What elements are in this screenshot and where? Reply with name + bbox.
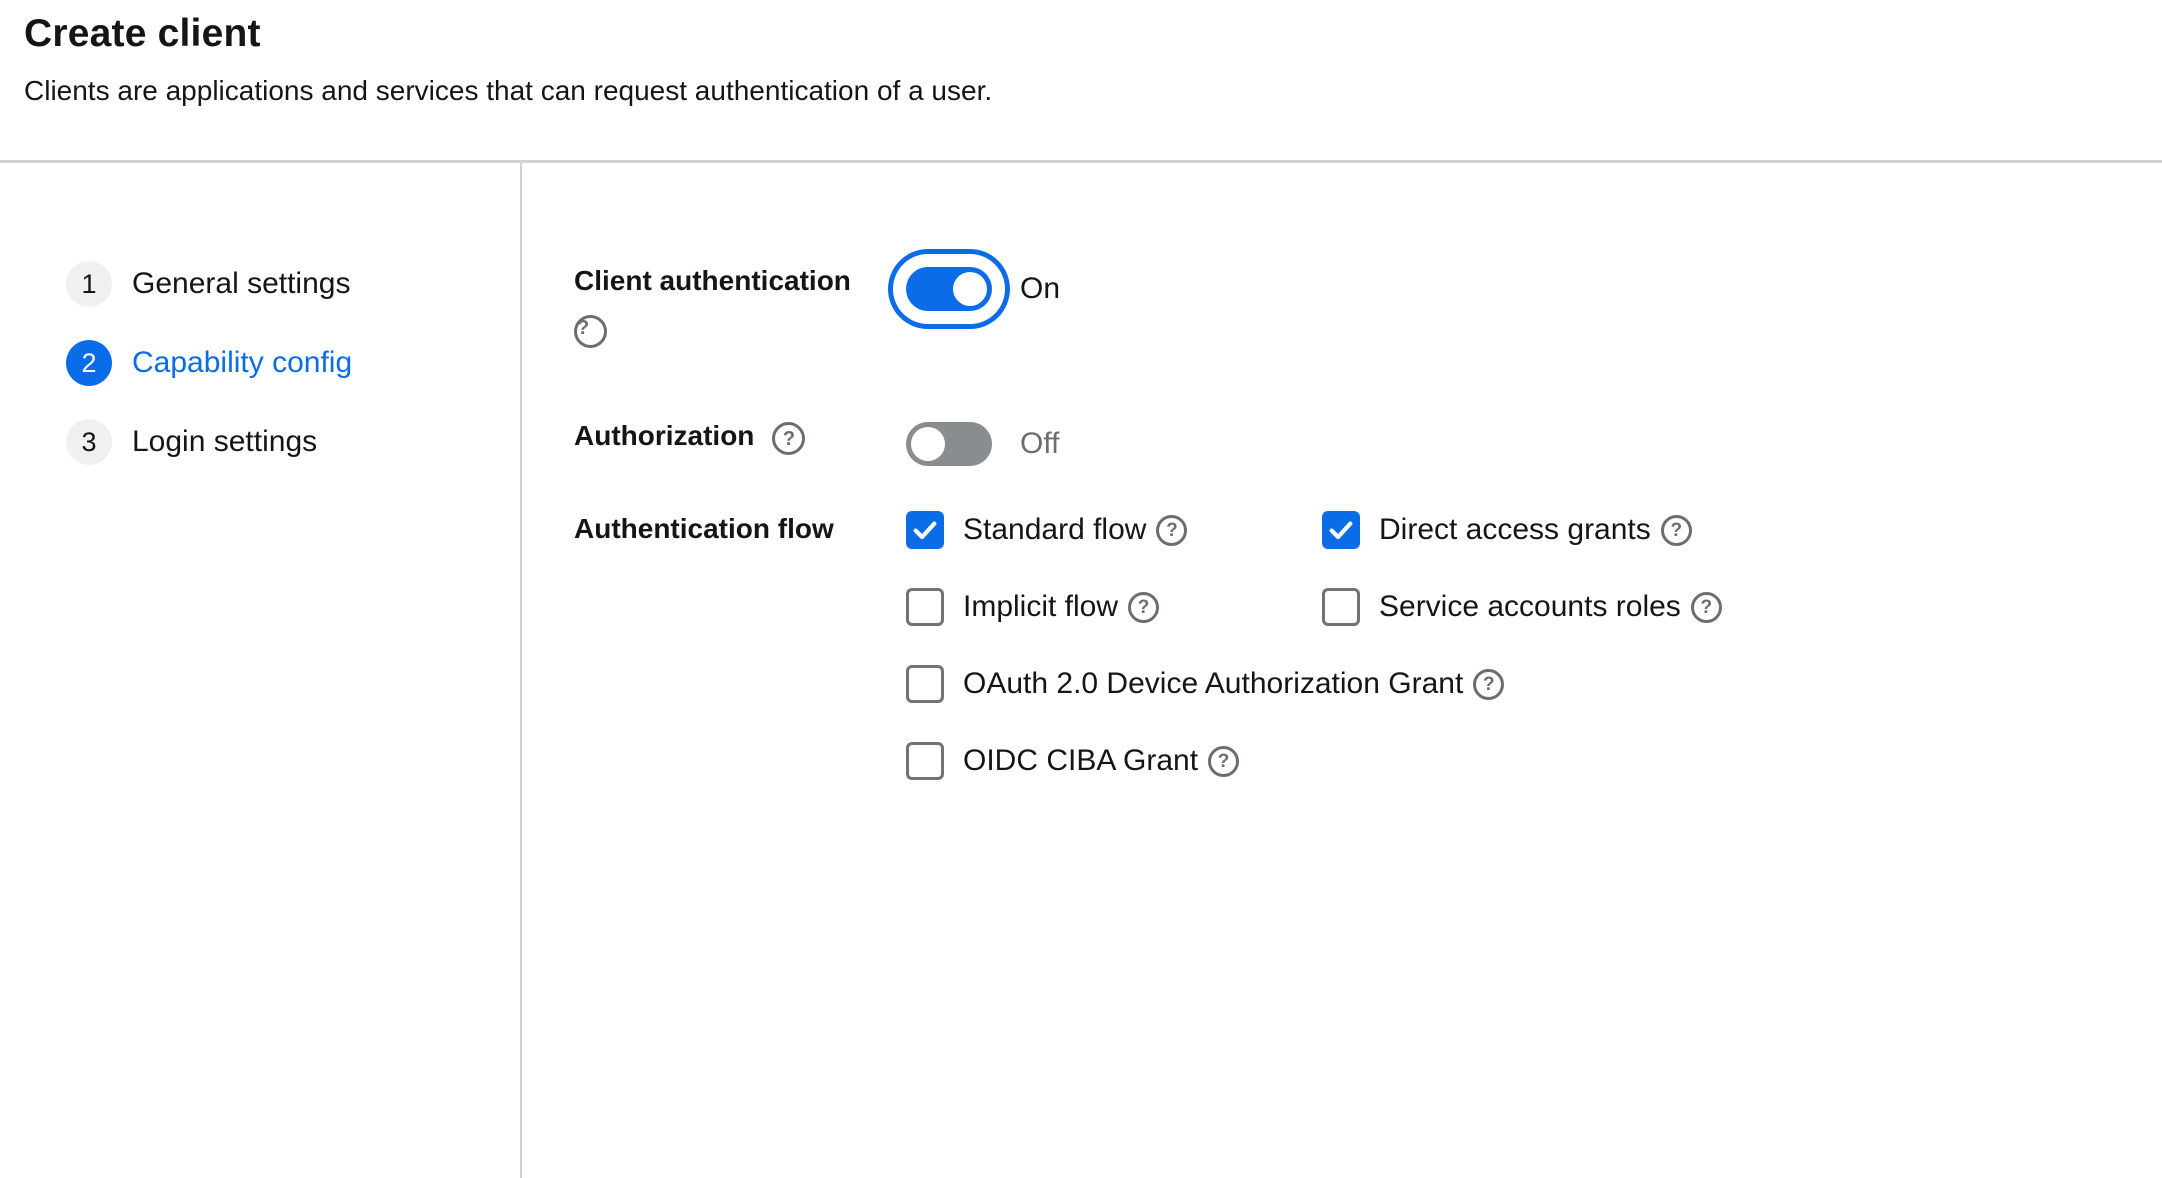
checkbox-box[interactable]	[1322, 588, 1360, 626]
wizard-step-capability-config[interactable]: 2 Capability config	[66, 340, 520, 386]
toggle-knob	[911, 427, 945, 461]
check-icon	[911, 516, 939, 544]
step-number-badge: 1	[66, 261, 112, 307]
checkbox-direct-access-grants[interactable]: Direct access grants ?	[1322, 511, 1722, 549]
checkbox-label: Implicit flow	[963, 590, 1118, 624]
implicit-flow-help-icon[interactable]: ?	[1128, 592, 1159, 623]
step-label: General settings	[132, 267, 350, 301]
create-client-page: Create client Clients are applications a…	[0, 0, 2162, 1178]
wizard-step-general-settings[interactable]: 1 General settings	[66, 261, 520, 307]
checkbox-box[interactable]	[906, 665, 944, 703]
checkbox-oidc-ciba-grant[interactable]: OIDC CIBA Grant ?	[906, 742, 1722, 780]
step-number-badge: 2	[66, 340, 112, 386]
authentication-flow-options: Standard flow ? Direct access grants ?	[906, 511, 1722, 780]
page-subtitle: Clients are applications and services th…	[24, 74, 2162, 108]
checkbox-box[interactable]	[906, 588, 944, 626]
checkbox-box[interactable]	[906, 511, 944, 549]
client-authentication-toggle[interactable]	[906, 267, 992, 311]
oauth-device-grant-help-icon[interactable]: ?	[1473, 669, 1504, 700]
client-authentication-control: On	[906, 267, 1060, 311]
capability-config-form: Client authentication ? On Authorization…	[520, 163, 2162, 1178]
authentication-flow-label-col: Authentication flow	[574, 511, 906, 547]
authorization-label: Authorization	[574, 420, 754, 451]
oidc-ciba-grant-help-icon[interactable]: ?	[1208, 746, 1239, 777]
checkbox-label: Direct access grants	[1379, 513, 1651, 547]
wizard-body: 1 General settings 2 Capability config 3…	[0, 163, 2162, 1178]
authorization-row: Authorization? Off	[574, 418, 2162, 466]
authorization-control: Off	[906, 422, 1059, 466]
authentication-flow-label: Authentication flow	[574, 513, 834, 544]
checkbox-standard-flow[interactable]: Standard flow ?	[906, 511, 1322, 549]
checkbox-oauth-device-authorization-grant[interactable]: OAuth 2.0 Device Authorization Grant ?	[906, 665, 1722, 703]
wizard-step-login-settings[interactable]: 3 Login settings	[66, 419, 520, 465]
checkbox-label: Standard flow	[963, 513, 1146, 547]
step-label: Capability config	[132, 346, 352, 380]
authentication-flow-row: Authentication flow Standard flow ?	[574, 511, 2162, 780]
checkbox-service-accounts-roles[interactable]: Service accounts roles ?	[1322, 588, 1722, 626]
client-authentication-row: Client authentication ? On	[574, 263, 2162, 348]
step-label: Login settings	[132, 425, 317, 459]
client-authentication-label: Client authentication	[574, 265, 851, 296]
authorization-help-icon[interactable]: ?	[772, 422, 805, 455]
client-authentication-label-col: Client authentication ?	[574, 263, 906, 348]
checkbox-label: OAuth 2.0 Device Authorization Grant	[963, 667, 1463, 701]
client-authentication-help-icon[interactable]: ?	[574, 315, 607, 348]
checkbox-implicit-flow[interactable]: Implicit flow ?	[906, 588, 1322, 626]
checkbox-box[interactable]	[906, 742, 944, 780]
page-title: Create client	[24, 10, 2162, 58]
checkbox-label: Service accounts roles	[1379, 590, 1681, 624]
wizard-steps-nav: 1 General settings 2 Capability config 3…	[0, 163, 520, 1178]
authorization-label-col: Authorization?	[574, 418, 906, 457]
checkbox-box[interactable]	[1322, 511, 1360, 549]
checkbox-label: OIDC CIBA Grant	[963, 744, 1198, 778]
standard-flow-help-icon[interactable]: ?	[1156, 515, 1187, 546]
page-header: Create client Clients are applications a…	[0, 0, 2162, 163]
check-icon	[1327, 516, 1355, 544]
direct-access-grants-help-icon[interactable]: ?	[1661, 515, 1692, 546]
authorization-state-label: Off	[1020, 427, 1059, 461]
client-authentication-state-label: On	[1020, 272, 1060, 306]
service-accounts-roles-help-icon[interactable]: ?	[1691, 592, 1722, 623]
authorization-toggle[interactable]	[906, 422, 992, 466]
step-number-badge: 3	[66, 419, 112, 465]
toggle-knob	[953, 272, 987, 306]
